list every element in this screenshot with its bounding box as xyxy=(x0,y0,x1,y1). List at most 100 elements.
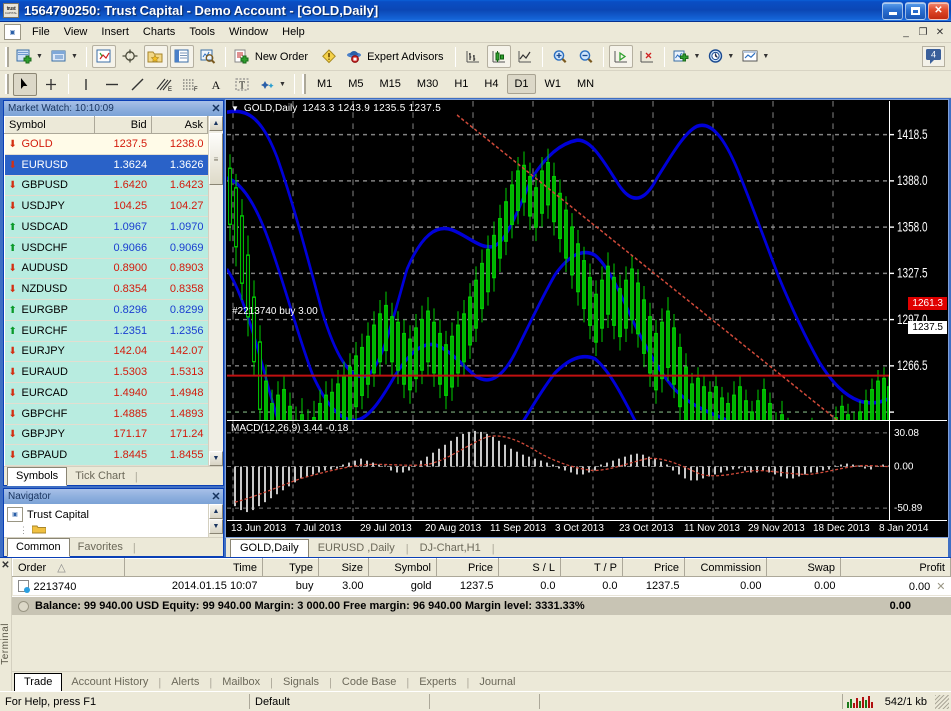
close-icon[interactable]: ✕ xyxy=(209,102,223,115)
expert-advisors-button[interactable]: Expert Advisors xyxy=(343,45,450,68)
menu-help[interactable]: Help xyxy=(275,23,312,41)
market-watch-button[interactable] xyxy=(91,45,116,68)
market-watch-row[interactable]: ⬆ EURCHF 1.2351 1.2356 xyxy=(4,320,208,342)
navigator-child-node[interactable]: ⋮ xyxy=(7,523,208,537)
timeframe-h1[interactable]: H1 xyxy=(447,74,475,94)
tab-tick-chart[interactable]: Tick Chart xyxy=(67,468,133,485)
zoom-out-button[interactable] xyxy=(574,45,598,68)
column-symbol[interactable]: Symbol xyxy=(368,558,437,577)
close-icon[interactable]: ✕ xyxy=(1,560,9,571)
tab-dj-chart-h1[interactable]: DJ-Chart,H1 xyxy=(411,540,490,557)
strategy-tester-button[interactable] xyxy=(196,45,220,68)
column-profit[interactable]: Profit xyxy=(840,558,951,577)
scroll-down-icon[interactable]: ▼ xyxy=(209,451,223,466)
arrows-button[interactable]: ▼ xyxy=(256,73,289,96)
mdi-minimize-button[interactable]: _ xyxy=(898,25,914,39)
text-button[interactable]: A xyxy=(204,73,228,96)
timeframe-m30[interactable]: M30 xyxy=(410,74,445,94)
chart-canvas[interactable]: ▼ GOLD,Daily 1243.3 1243.9 1235.5 1237.5… xyxy=(227,101,947,520)
status-profile[interactable]: Default xyxy=(250,694,430,709)
scroll-thumb[interactable]: ≡ xyxy=(209,133,223,185)
notification-button[interactable]: 4 xyxy=(922,46,945,67)
macd-subwindow[interactable]: MACD(12,26,9) 3.44 -0.18 30.08 0.00 -50.… xyxy=(227,420,947,520)
chart-menu-icon[interactable]: ▼ xyxy=(231,104,239,113)
tab-code-base[interactable]: Code Base xyxy=(333,674,405,691)
minimize-button[interactable] xyxy=(882,1,903,20)
menu-file[interactable]: File xyxy=(25,23,57,41)
column-type[interactable]: Type xyxy=(262,558,319,577)
timeframe-grip[interactable] xyxy=(301,74,306,94)
market-watch-row[interactable]: ⬇ EURAUD 1.5303 1.5313 xyxy=(4,361,208,383)
market-watch-row[interactable]: ⬇ GBPUSD 1.6420 1.6423 xyxy=(4,175,208,197)
market-watch-row[interactable]: ⬇ EURUSD 1.3624 1.3626 xyxy=(4,154,208,176)
menu-charts[interactable]: Charts xyxy=(136,23,182,41)
column-sl[interactable]: S / L xyxy=(498,558,561,577)
column-size[interactable]: Size xyxy=(318,558,369,577)
periods-button[interactable]: ▼ xyxy=(705,45,737,68)
market-watch-row[interactable]: ⬆ USDCHF 0.9066 0.9069 xyxy=(4,237,208,259)
close-icon[interactable]: ✕ xyxy=(209,490,223,503)
market-watch-row[interactable]: ⬇ EURJPY 142.04 142.07 xyxy=(4,341,208,363)
fibonacci-button[interactable]: F xyxy=(178,73,202,96)
metaeditor-button[interactable] xyxy=(317,45,341,68)
market-watch-row[interactable]: ⬇ GBPCHF 1.4885 1.4893 xyxy=(4,403,208,425)
timeframe-m1[interactable]: M1 xyxy=(310,74,339,94)
vertical-line-button[interactable] xyxy=(74,73,98,96)
bar-chart-button[interactable] xyxy=(461,45,485,68)
terminal-button[interactable] xyxy=(169,45,194,68)
timeframe-w1[interactable]: W1 xyxy=(538,74,569,94)
market-watch-scrollbar[interactable]: ▲ ≡ ▼ xyxy=(208,116,223,466)
toolbar-grip[interactable] xyxy=(5,46,9,67)
terminal-empty-area[interactable] xyxy=(12,615,951,671)
market-watch-row[interactable]: ⬆ EURGBP 0.8296 0.8299 xyxy=(4,299,208,321)
market-watch-row[interactable]: ⬇ AUDUSD 0.8900 0.8903 xyxy=(4,258,208,280)
close-button[interactable]: ✕ xyxy=(928,1,949,20)
menu-window[interactable]: Window xyxy=(222,23,275,41)
timeframe-m5[interactable]: M5 xyxy=(341,74,370,94)
data-window-button[interactable] xyxy=(118,45,142,68)
tab-signals[interactable]: Signals xyxy=(274,674,328,691)
cursor-button[interactable] xyxy=(13,72,37,96)
timeframe-m15[interactable]: M15 xyxy=(373,74,408,94)
zoom-in-button[interactable] xyxy=(548,45,572,68)
column-price-cur[interactable]: Price xyxy=(622,558,685,577)
tab-journal[interactable]: Journal xyxy=(470,674,524,691)
horizontal-line-button[interactable] xyxy=(100,73,124,96)
window-resize-grip[interactable] xyxy=(935,694,949,709)
navigator-scrollbar[interactable]: ▲ ▼ xyxy=(208,504,223,537)
maximize-button[interactable] xyxy=(905,1,926,20)
navigator-account-node[interactable]: ▣ Trust Capital xyxy=(7,506,208,523)
market-watch-row[interactable]: ⬇ GOLD 1237.5 1238.0 xyxy=(4,133,208,155)
tab-favorites[interactable]: Favorites xyxy=(70,539,131,556)
scroll-down-icon[interactable]: ▼ xyxy=(209,519,223,534)
new-order-button[interactable]: New Order xyxy=(231,45,315,68)
tab-mailbox[interactable]: Mailbox xyxy=(213,674,269,691)
timeframe-d1[interactable]: D1 xyxy=(507,74,536,94)
column-order[interactable]: Order △ xyxy=(12,558,125,577)
candlestick-chart-button[interactable] xyxy=(487,45,512,68)
crosshair-button[interactable] xyxy=(39,73,63,96)
column-price-open[interactable]: Price xyxy=(436,558,499,577)
close-position-icon[interactable]: ✕ xyxy=(930,581,945,593)
toolbar-grip[interactable] xyxy=(5,74,9,94)
table-row[interactable]: 2213740 2014.01.15 10:07 buy 3.00 gold 1… xyxy=(12,576,951,596)
market-watch-row[interactable]: ⬇ USDJPY 104.25 104.27 xyxy=(4,195,208,217)
column-symbol[interactable]: Symbol xyxy=(3,116,96,134)
scroll-up-icon[interactable]: ▲ xyxy=(209,504,223,519)
market-watch-row[interactable]: ⬇ NZDUSD 0.8354 0.8358 xyxy=(4,278,208,300)
mdi-restore-button[interactable]: ❐ xyxy=(915,25,931,39)
tab-alerts[interactable]: Alerts xyxy=(162,674,208,691)
tab-account-history[interactable]: Account History xyxy=(62,674,157,691)
market-watch-row[interactable]: ⬆ USDCAD 1.0967 1.0970 xyxy=(4,216,208,238)
navigator-button[interactable] xyxy=(143,45,168,68)
timeframe-mn[interactable]: MN xyxy=(570,74,601,94)
new-chart-button[interactable]: ▼ xyxy=(13,45,46,68)
chart-window[interactable]: ▼ GOLD,Daily 1243.3 1243.9 1235.5 1237.5… xyxy=(225,99,949,538)
tab-gold-daily[interactable]: GOLD,Daily xyxy=(230,539,309,558)
market-watch-row[interactable]: ⬇ EURCAD 1.4940 1.4948 xyxy=(4,382,208,404)
menu-insert[interactable]: Insert xyxy=(94,23,136,41)
mdi-close-button[interactable]: ✕ xyxy=(932,25,948,39)
trendline-button[interactable] xyxy=(126,73,150,96)
scroll-up-icon[interactable]: ▲ xyxy=(209,116,223,131)
tab-symbols[interactable]: Symbols xyxy=(7,467,68,486)
